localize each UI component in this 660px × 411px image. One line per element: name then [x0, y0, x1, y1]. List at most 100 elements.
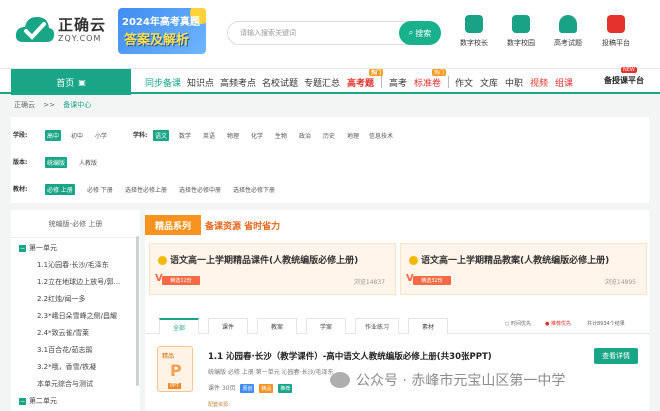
nav-standard[interactable]: 标准卷 热门	[414, 69, 447, 89]
gaokao-exam-link[interactable]: 高考试题	[548, 15, 588, 48]
search-button[interactable]: ⌕ 搜索	[399, 21, 441, 45]
nav-gaokao[interactable]: 高考	[389, 76, 407, 89]
nav-home[interactable]: 首页 ▣	[11, 69, 131, 95]
sidebar-scrollbar[interactable]	[136, 236, 139, 386]
new-badge: NEW	[621, 67, 637, 73]
sort-time[interactable]: ○ 时间优先	[505, 320, 531, 327]
principal-icon	[465, 15, 483, 33]
digital-principal-link[interactable]: 数字校长	[454, 15, 494, 48]
stage-junior[interactable]: 初中	[69, 130, 85, 141]
subject-history[interactable]: 历史	[321, 130, 337, 141]
nav-video[interactable]: 视频	[530, 76, 548, 89]
search-box[interactable]: 请输入搜索关键词 ⌕ 搜索	[227, 21, 441, 45]
stage-primary[interactable]: 小学	[93, 130, 109, 141]
banner-line2: 答案及解析	[124, 33, 190, 48]
card-tag: 精选12份	[162, 276, 200, 285]
subject-biology[interactable]: 生物	[273, 130, 289, 141]
book-required-2[interactable]: 必修 下册	[85, 184, 115, 195]
version-tongbian[interactable]: 统编版	[45, 157, 68, 168]
lesson-item[interactable]: 1.2立在地球边上放号/郭...	[37, 277, 120, 287]
nav-high-freq[interactable]: 高频考点	[220, 76, 256, 89]
tab-materials[interactable]: 素材	[408, 318, 448, 334]
medal-icon	[409, 256, 418, 265]
watermark: 公众号 · 赤峰市元宝山区第一中学	[330, 370, 565, 390]
ppt-quality-label: 精品	[162, 353, 175, 360]
digital-campus-link[interactable]: 数字校园	[501, 15, 541, 48]
subject-it[interactable]: 信息技术	[367, 130, 395, 141]
nav-school-exams[interactable]: 名校试题	[262, 76, 298, 89]
collapse-icon[interactable]: −	[19, 397, 26, 405]
subject-math[interactable]: 数学	[177, 130, 193, 141]
tab-all[interactable]: 全部	[159, 318, 199, 334]
nav-vocational[interactable]: 中职	[505, 76, 523, 89]
unit-2-label: 第二单元	[29, 397, 57, 405]
ppt-letter: P	[170, 361, 182, 380]
sort-recommend-label: 推荐优先	[550, 321, 571, 327]
prep-platform-link[interactable]: 备授课平台	[604, 75, 644, 86]
nav-standard-label: 标准卷	[414, 79, 442, 89]
filter-panel: 学段: 高中 初中 小学 学科: 语文 数学 英语 物理 化学 生物 政治 历史…	[11, 117, 649, 203]
subject-geography[interactable]: 地理	[345, 130, 361, 141]
lesson-item[interactable]: 3.1百合花/茹志鹃	[37, 345, 93, 355]
resource-title[interactable]: 1.1 沁园春·长沙（教学课件）-高中语文人教统编版必修上册(共30张PPT)	[208, 350, 492, 362]
hot-badge: 热门	[369, 69, 384, 76]
exam-label: 高考试题	[554, 39, 582, 47]
campus-label: 数字校园	[507, 39, 535, 47]
nav-library[interactable]: 文库	[480, 76, 498, 89]
card-tag: 精选32份	[413, 276, 451, 285]
subject-physics[interactable]: 物理	[225, 130, 241, 141]
nav-knowledge[interactable]: 知识点	[187, 76, 214, 89]
sort-recommend[interactable]: ● 推荐优先	[545, 320, 571, 327]
related-resources: 配套资源：	[208, 402, 234, 408]
book-label: 教材:	[13, 186, 28, 193]
lesson-item[interactable]: 3.2*哦，香雪/铁凝	[37, 362, 96, 372]
book-elective-1[interactable]: 选择性必修上册	[123, 184, 169, 195]
unit-2[interactable]: − 第二单元	[19, 396, 57, 406]
tab-lesson-plan[interactable]: 教案	[257, 318, 297, 334]
tab-courseware[interactable]: 课件	[208, 318, 248, 334]
total-count: 共计8934个结果	[587, 321, 625, 327]
featured-card[interactable]: 语文高一上学期精品教案(人教统编版必修上册) V 精选32份 浏览14895	[400, 243, 647, 295]
medal-icon	[158, 256, 167, 265]
lesson-item[interactable]: 2.2红烛/闻一多	[37, 294, 86, 304]
subject-chemistry[interactable]: 化学	[249, 130, 265, 141]
ppt-file-icon: 精品 P PPT	[157, 346, 193, 392]
book-required-1[interactable]: 必修 上册	[45, 184, 75, 195]
logo-cloud-icon[interactable]	[15, 12, 55, 48]
book-elective-2[interactable]: 选择性必修中册	[177, 184, 223, 195]
nav-gaokao-questions[interactable]: 高考题 热门	[347, 69, 384, 89]
card-views: 浏览14837	[353, 279, 385, 286]
lesson-item[interactable]: 2.3*峨日朵雪峰之侧/昌耀	[37, 311, 117, 321]
lesson-item[interactable]: 1.1沁园春·长沙/毛泽东	[37, 260, 109, 270]
unit-1[interactable]: − 第一单元	[19, 243, 57, 253]
version-renjiao[interactable]: 人教版	[77, 157, 99, 168]
resource-pages: 课件 30页	[208, 385, 236, 392]
breadcrumb-root[interactable]: 正确云	[14, 101, 35, 109]
stage-senior[interactable]: 高中	[45, 130, 62, 141]
lesson-item[interactable]: 本单元综合与测试	[37, 379, 93, 389]
subject-english[interactable]: 英语	[201, 130, 217, 141]
tab-study-plan[interactable]: 学案	[306, 318, 346, 334]
nav-essay[interactable]: 作文	[455, 76, 473, 89]
book-elective-3[interactable]: 选择性必修下册	[231, 184, 277, 195]
nav-lesson-group[interactable]: 组课	[555, 76, 573, 89]
view-detail-button[interactable]: 查看详情	[594, 348, 638, 364]
subject-politics[interactable]: 政治	[297, 130, 313, 141]
banner-line1: 2024年高考真题	[122, 17, 200, 28]
card-title-wrap: 语文高一上学期精品教案(人教统编版必修上册)	[409, 253, 609, 266]
subject-chinese[interactable]: 语文	[153, 130, 170, 141]
stage-label: 学段:	[13, 132, 28, 139]
submission-platform-link[interactable]: 投稿平台	[596, 15, 636, 48]
featured-card[interactable]: 语文高一上学期精品课件(人教统编版必修上册) V 精选12份 浏览14837	[149, 243, 396, 295]
nav-topics[interactable]: 专题汇总	[304, 76, 340, 89]
exam-answers-banner[interactable]: 2024年高考真题 答案及解析	[118, 8, 206, 54]
nav-sync-prep[interactable]: 同步备课	[145, 76, 181, 89]
stage-row: 学段: 高中 初中 小学 学科: 语文 数学 英语 物理 化学 生物 政治 历史…	[11, 130, 649, 141]
card-views: 浏览14895	[604, 279, 636, 286]
tab-homework[interactable]: 作业练习	[355, 318, 399, 334]
collapse-icon[interactable]: −	[19, 244, 26, 252]
campus-icon	[512, 15, 530, 33]
lesson-item[interactable]: 2.4*致云雀/雪莱	[37, 328, 89, 338]
nav-home-label: 首页	[56, 78, 75, 89]
search-input[interactable]: 请输入搜索关键词	[240, 28, 296, 38]
